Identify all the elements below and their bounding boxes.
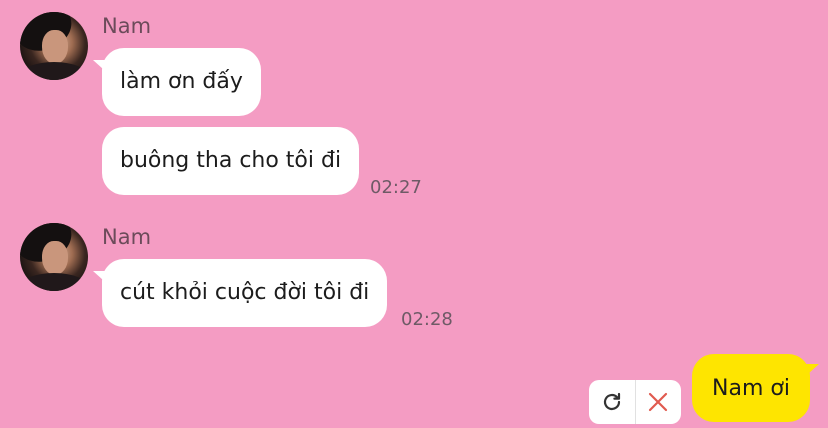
message-timestamp: 02:28 — [401, 309, 453, 330]
sender-name: Nam — [102, 14, 152, 38]
message-text: Nam ơi — [712, 375, 790, 401]
delete-button[interactable] — [634, 380, 682, 424]
message-text: buông tha cho tôi đi — [120, 148, 342, 173]
message-bubble[interactable]: cút khỏi cuộc đời tôi đi — [102, 259, 388, 327]
message-text: làm ơn đấy — [120, 69, 243, 94]
message-timestamp: 02:27 — [370, 177, 422, 198]
sender-avatar[interactable] — [20, 12, 88, 80]
sender-avatar[interactable] — [20, 223, 88, 291]
message-bubble[interactable]: buông tha cho tôi đi — [102, 127, 360, 195]
chat-room: Nam làm ơn đấy buông tha cho tôi đi 02:2… — [0, 0, 828, 428]
failed-send-actions — [589, 380, 681, 424]
outgoing-message-bubble[interactable]: Nam ơi — [692, 354, 810, 422]
refresh-icon — [603, 392, 620, 411]
sender-name: Nam — [102, 225, 152, 249]
close-icon — [649, 392, 668, 412]
resend-button[interactable] — [589, 380, 635, 424]
message-text: cút khỏi cuộc đời tôi đi — [120, 280, 370, 305]
message-bubble[interactable]: làm ơn đấy — [102, 48, 261, 116]
